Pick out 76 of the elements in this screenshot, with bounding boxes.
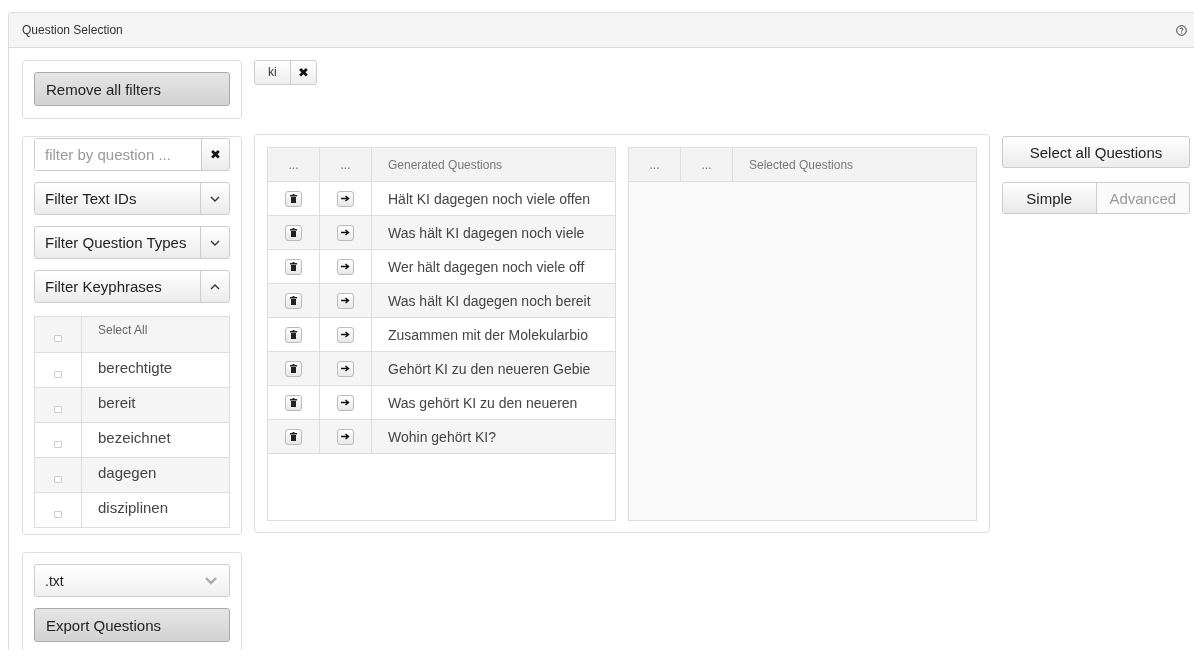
move-button[interactable] bbox=[337, 428, 354, 445]
arrow-right-icon bbox=[341, 433, 350, 440]
delete-button[interactable] bbox=[285, 394, 302, 411]
arrow-right-icon bbox=[341, 399, 350, 406]
remove-tag-button[interactable]: ✖ bbox=[290, 61, 316, 84]
move-button[interactable] bbox=[337, 326, 354, 343]
trash-icon bbox=[290, 432, 297, 441]
trash-icon bbox=[290, 296, 297, 305]
column-header: ... bbox=[268, 148, 320, 181]
help-icon[interactable] bbox=[1176, 24, 1187, 36]
checkbox[interactable] bbox=[54, 405, 62, 413]
table-cell-text: disziplinen bbox=[97, 498, 169, 518]
export-button[interactable]: Export Questions bbox=[34, 608, 230, 642]
table-cell-text: Was hält KI dagegen noch viele bbox=[387, 223, 586, 243]
arrow-right-icon bbox=[341, 331, 350, 338]
checkbox[interactable] bbox=[54, 510, 62, 518]
table-cell-text: Was gehört KI zu den neueren bbox=[387, 393, 579, 413]
checkbox[interactable] bbox=[54, 440, 62, 448]
arrow-right-icon bbox=[341, 365, 350, 372]
format-select[interactable]: .txt bbox=[34, 564, 230, 597]
arrow-right-icon bbox=[341, 229, 350, 236]
delete-button[interactable] bbox=[285, 428, 302, 445]
delete-button[interactable] bbox=[285, 224, 302, 241]
panel-title: Question Selection bbox=[22, 23, 123, 37]
delete-button[interactable] bbox=[285, 292, 302, 309]
dropdown-button[interactable]: Filter Text IDs bbox=[34, 182, 230, 215]
clear-button[interactable]: ✖ bbox=[202, 139, 229, 170]
table-cell-text: bereit bbox=[97, 393, 136, 413]
chevron-down-icon bbox=[205, 576, 217, 585]
chevron-down-icon bbox=[210, 239, 220, 246]
arrow-right-icon bbox=[341, 297, 350, 304]
move-button[interactable] bbox=[337, 394, 354, 411]
table-cell-text: dagegen bbox=[97, 463, 157, 483]
remove-filters-button[interactable]: Remove all filters bbox=[34, 72, 230, 106]
move-button[interactable] bbox=[337, 258, 354, 275]
column-header: ... bbox=[629, 148, 681, 181]
dropdown-button[interactable]: Filter Keyphrases bbox=[34, 270, 230, 303]
trash-icon bbox=[290, 398, 297, 407]
table-cell-text: Wer hält dagegen noch viele off bbox=[387, 257, 586, 277]
mode-toggle[interactable]: Simple bbox=[1002, 182, 1097, 214]
filter-tag: ki ✖ bbox=[254, 60, 317, 85]
column-header: ... bbox=[681, 148, 733, 181]
table-cell-text: berechtigte bbox=[97, 358, 173, 378]
delete-button[interactable] bbox=[285, 190, 302, 207]
move-button[interactable] bbox=[337, 190, 354, 207]
dropdown-button[interactable]: Filter Question Types bbox=[34, 226, 230, 259]
table-header: Select All bbox=[97, 322, 148, 339]
table-cell-text: bezeichnet bbox=[97, 428, 171, 448]
trash-icon bbox=[290, 194, 297, 203]
column-header: Selected Questions bbox=[748, 156, 855, 174]
move-button[interactable] bbox=[337, 292, 354, 309]
column-header: Generated Questions bbox=[387, 156, 504, 174]
chevron-up-icon bbox=[210, 283, 220, 290]
move-button[interactable] bbox=[337, 360, 354, 377]
trash-icon bbox=[290, 228, 297, 237]
chevron-down-icon bbox=[210, 195, 220, 202]
table-cell-text: Wohin gehört KI? bbox=[387, 427, 497, 447]
arrow-right-icon bbox=[341, 263, 350, 270]
delete-button[interactable] bbox=[285, 360, 302, 377]
trash-icon bbox=[290, 364, 297, 373]
table-cell-text: Hält KI dagegen noch viele offen bbox=[387, 189, 592, 209]
trash-icon bbox=[290, 262, 297, 271]
delete-button[interactable] bbox=[285, 326, 302, 343]
trash-icon bbox=[290, 330, 297, 339]
table-cell-text: Was hält KI dagegen noch bereit bbox=[387, 291, 592, 311]
checkbox[interactable] bbox=[54, 370, 62, 378]
search-field[interactable]: filter by question ... ✖ bbox=[34, 138, 230, 171]
delete-button[interactable] bbox=[285, 258, 302, 275]
checkbox[interactable] bbox=[54, 475, 62, 483]
move-button[interactable] bbox=[337, 224, 354, 241]
arrow-right-icon bbox=[341, 195, 350, 202]
select-all-button[interactable]: Select all Questions bbox=[1002, 136, 1190, 168]
table-cell-text: Zusammen mit der Molekularbio bbox=[387, 325, 589, 345]
checkbox[interactable] bbox=[54, 335, 62, 342]
column-header: ... bbox=[320, 148, 372, 181]
table-cell-text: Gehört KI zu den neueren Gebie bbox=[387, 359, 592, 379]
